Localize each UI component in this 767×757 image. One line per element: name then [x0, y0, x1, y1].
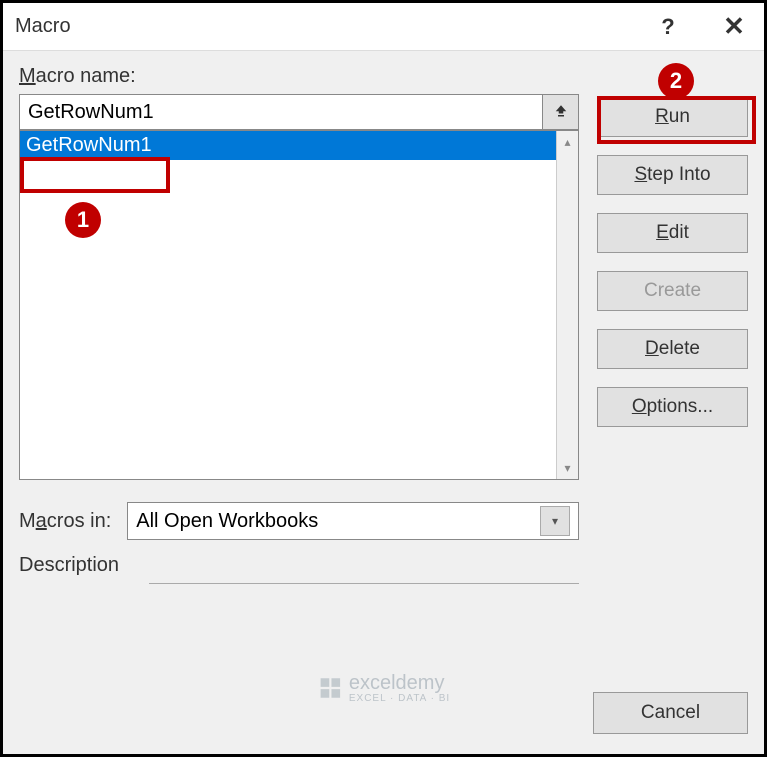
macro-dialog: Macro ? ✕ Macro name: GetRowNum1 ▴ ▾ [3, 3, 764, 754]
edit-button[interactable]: Edit [597, 213, 748, 253]
close-button[interactable]: ✕ [716, 11, 752, 42]
watermark: exceldemy EXCEL · DATA · BI [317, 672, 450, 704]
cancel-row: Cancel [593, 692, 748, 734]
description-underline [149, 583, 579, 584]
titlebar: Macro ? ✕ [3, 3, 764, 51]
watermark-name: exceldemy [349, 672, 450, 695]
watermark-icon [317, 675, 343, 701]
run-button[interactable]: Run [597, 97, 748, 137]
cancel-button[interactable]: Cancel [593, 692, 748, 734]
dialog-title: Macro [15, 15, 71, 38]
delete-button[interactable]: Delete [597, 329, 748, 369]
scroll-up-icon[interactable]: ▴ [557, 131, 578, 153]
arrow-up-icon [552, 103, 570, 121]
chevron-down-icon: ▾ [540, 506, 570, 536]
help-button[interactable]: ? [650, 14, 686, 40]
macro-name-row [19, 94, 579, 130]
left-column: Macro name: GetRowNum1 ▴ ▾ Macros in: [19, 65, 579, 734]
scroll-down-icon[interactable]: ▾ [557, 457, 578, 479]
list-item[interactable]: GetRowNum1 [20, 131, 556, 160]
dropdown-value: All Open Workbooks [136, 510, 318, 533]
window-controls: ? ✕ [650, 11, 752, 42]
macros-in-label: Macros in: [19, 510, 111, 533]
right-column: Run Step Into Edit Create Delete Options… [597, 65, 748, 734]
create-button: Create [597, 271, 748, 311]
dialog-content: Macro name: GetRowNum1 ▴ ▾ Macros in: [3, 51, 764, 754]
options-button[interactable]: Options... [597, 387, 748, 427]
watermark-sub: EXCEL · DATA · BI [349, 693, 450, 704]
macros-in-dropdown[interactable]: All Open Workbooks ▾ [127, 502, 579, 540]
description-row: Description [19, 554, 579, 584]
macro-name-input[interactable] [19, 94, 543, 130]
macros-in-row: Macros in: All Open Workbooks ▾ [19, 502, 579, 540]
go-to-macro-button[interactable] [543, 94, 579, 130]
listbox-inner: GetRowNum1 [20, 131, 556, 479]
description-label: Description [19, 554, 579, 577]
macro-name-label: Macro name: [19, 65, 579, 88]
scrollbar[interactable]: ▴ ▾ [556, 131, 578, 479]
macro-listbox[interactable]: GetRowNum1 ▴ ▾ [19, 130, 579, 480]
step-into-button[interactable]: Step Into [597, 155, 748, 195]
